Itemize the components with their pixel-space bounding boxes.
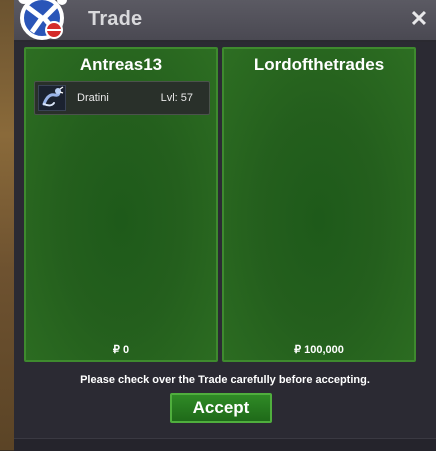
window-title: Trade	[88, 8, 143, 30]
title-bar[interactable]: Trade ✕	[14, 0, 436, 42]
accept-button[interactable]: Accept	[170, 393, 272, 423]
my-offer-panel: Antreas13 Dratini Lvl: 57 ₽ 0	[24, 47, 218, 362]
partner-money-offer: ₽ 100,000	[294, 344, 344, 356]
trade-notice: Please check over the Trade carefully be…	[80, 374, 370, 386]
my-money-offer: ₽ 0	[112, 344, 130, 356]
dratini-icon	[38, 85, 66, 111]
trade-item-row[interactable]: Dratini Lvl: 57	[34, 81, 210, 115]
my-player-name: Antreas13	[79, 55, 163, 74]
partner-player-name: Lordofthetrades	[253, 55, 385, 74]
trade-window: Trade ✕ Antreas13 Dratini Lvl: 57 ₽ 0 Lo…	[14, 0, 436, 451]
partner-offer-panel: Lordofthetrades ₽ 100,000	[222, 47, 416, 362]
item-name: Dratini	[77, 92, 109, 104]
close-icon[interactable]: ✕	[408, 8, 430, 30]
pokeball-logo-icon	[18, 0, 67, 40]
item-level: Lvl: 57	[160, 92, 193, 104]
window-bottom-edge	[14, 438, 436, 451]
